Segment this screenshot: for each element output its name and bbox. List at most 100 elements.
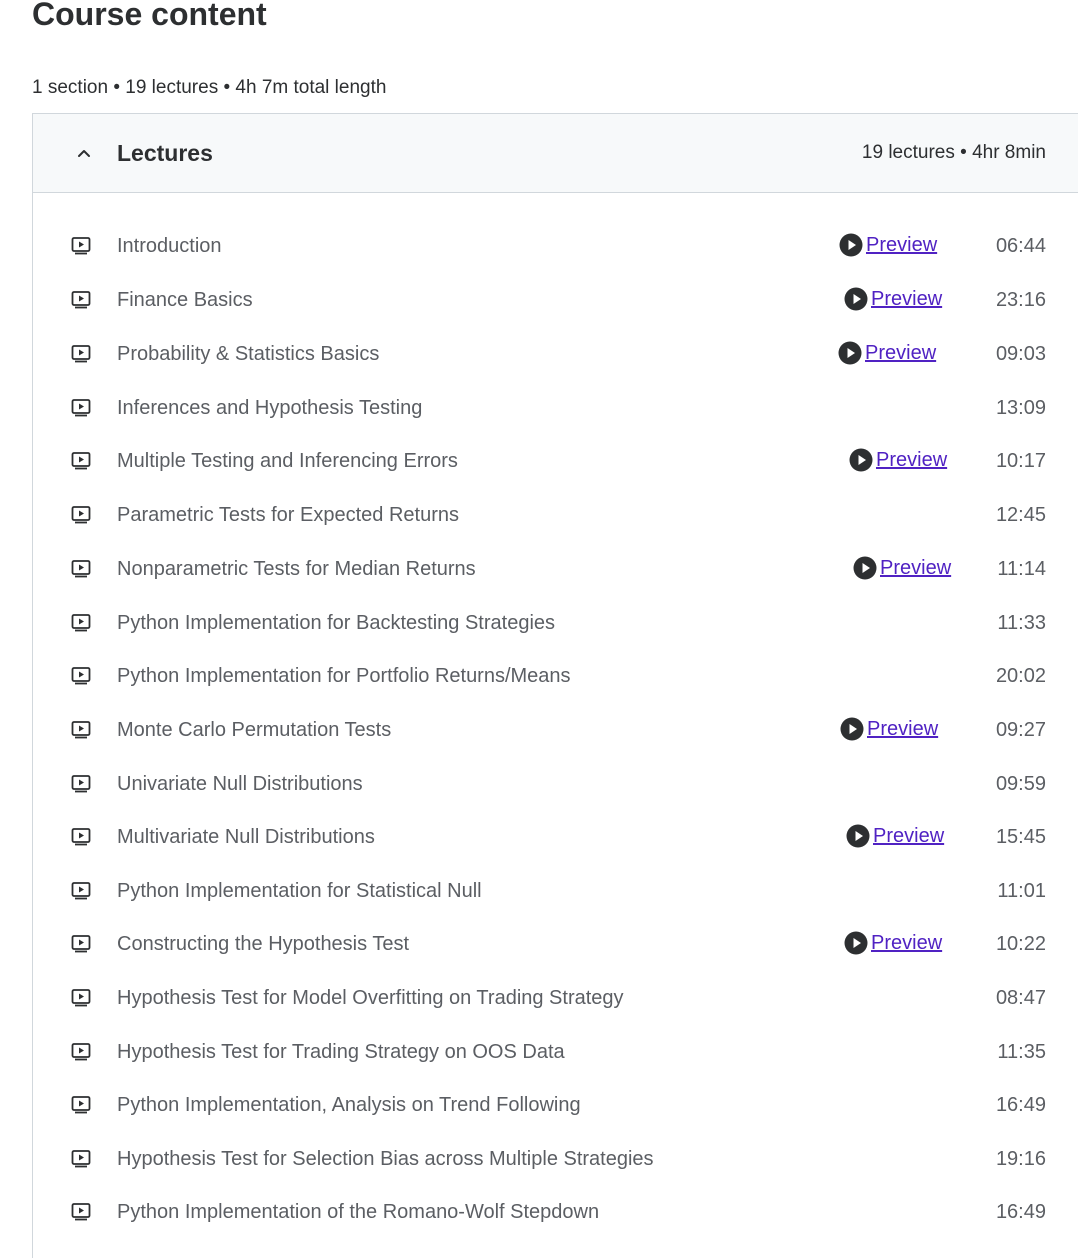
video-play-icon — [71, 1150, 91, 1168]
preview-label[interactable]: Preview — [865, 341, 936, 365]
lecture-title: Multiple Testing and Inferencing Errors — [117, 450, 458, 472]
lecture-duration: 09:59 — [995, 773, 1046, 795]
lecture-duration: 09:27 — [995, 719, 1046, 741]
lecture-title: Python Implementation of the Romano-Wolf… — [117, 1201, 600, 1223]
lecture-row[interactable]: Hypothesis Test for Model Overfitting on… — [33, 978, 1078, 1018]
lecture-title: Python Implementation for Backtesting St… — [117, 612, 556, 634]
lecture-title: Python Implementation, Analysis on Trend… — [117, 1094, 581, 1116]
video-play-icon — [71, 614, 91, 632]
lecture-title: Finance Basics — [117, 289, 253, 311]
video-play-icon — [71, 1043, 91, 1061]
lecture-title: Introduction — [117, 235, 222, 257]
preview-label[interactable]: Preview — [867, 717, 938, 741]
play-circle-icon[interactable] — [844, 287, 868, 311]
chevron-up-icon[interactable] — [75, 144, 93, 162]
lecture-row[interactable]: Multivariate Null Distributions Preview 15… — [33, 817, 1078, 857]
play-circle-icon[interactable] — [839, 233, 863, 257]
preview-label[interactable]: Preview — [876, 448, 947, 472]
lecture-row[interactable]: Inferences and Hypothesis Testing 13:09 — [33, 388, 1078, 428]
video-play-icon — [71, 560, 91, 578]
lecture-duration: 08:47 — [995, 987, 1046, 1009]
lecture-title: Python Implementation for Statistical Nu… — [117, 880, 482, 902]
lecture-row[interactable]: Hypothesis Test for Selection Bias acros… — [33, 1139, 1078, 1179]
lecture-row[interactable]: Constructing the Hypothesis Test Preview 1… — [33, 924, 1078, 964]
lecture-title: Python Implementation for Portfolio Retu… — [117, 665, 571, 687]
preview-label[interactable]: Preview — [873, 824, 944, 848]
section-title: Lectures — [117, 140, 213, 166]
course-content-page: Course content 1 section • 19 lectures •… — [0, 0, 1078, 1258]
course-summary: 1 section • 19 lectures • 4h 7m total le… — [32, 77, 387, 98]
video-play-icon — [71, 989, 91, 1007]
lecture-row[interactable]: Hypothesis Test for Trading Strategy on … — [33, 1032, 1078, 1072]
preview-link[interactable]: Preview — [844, 931, 942, 955]
lecture-title: Probability & Statistics Basics — [117, 343, 380, 365]
lecture-title: Monte Carlo Permutation Tests — [117, 719, 392, 741]
video-play-icon — [71, 1096, 91, 1114]
play-circle-icon[interactable] — [838, 341, 862, 365]
lecture-title: Hypothesis Test for Model Overfitting on… — [117, 987, 624, 1009]
preview-label[interactable]: Preview — [866, 233, 937, 257]
lecture-row[interactable]: Nonparametric Tests for Median Returns Pr… — [33, 549, 1078, 589]
lecture-duration: 10:17 — [995, 450, 1046, 472]
video-play-icon — [71, 291, 91, 309]
lecture-duration: 11:33 — [997, 612, 1046, 634]
lecture-row[interactable]: Python Implementation for Statistical Nu… — [33, 871, 1078, 911]
play-circle-icon[interactable] — [840, 717, 864, 741]
lecture-row[interactable]: Introduction Preview 06:44 — [33, 226, 1078, 266]
preview-label[interactable]: Preview — [871, 931, 942, 955]
video-play-icon — [71, 882, 91, 900]
lecture-duration: 12:45 — [995, 504, 1046, 526]
preview-link[interactable]: Preview — [839, 233, 937, 257]
play-circle-icon[interactable] — [846, 824, 870, 848]
lecture-duration: 20:02 — [995, 665, 1046, 687]
video-play-icon — [71, 399, 91, 417]
video-play-icon — [71, 345, 91, 363]
lecture-row[interactable]: Python Implementation of the Romano-Wolf… — [33, 1192, 1078, 1232]
preview-link[interactable]: Preview — [844, 287, 942, 311]
lecture-row[interactable]: Python Implementation, Analysis on Trend… — [33, 1085, 1078, 1125]
video-play-icon — [71, 1203, 91, 1221]
video-play-icon — [71, 506, 91, 524]
section-header-lectures[interactable]: Lectures 19 lectures • 4hr 8min — [33, 114, 1078, 193]
lecture-duration: 11:35 — [997, 1041, 1046, 1063]
lecture-row[interactable]: Monte Carlo Permutation Tests Preview 09:2… — [33, 710, 1078, 750]
preview-link[interactable]: Preview — [853, 556, 951, 580]
video-play-icon — [71, 667, 91, 685]
page-title: Course content — [32, 0, 267, 32]
lecture-title: Hypothesis Test for Selection Bias acros… — [117, 1148, 654, 1170]
lecture-title: Constructing the Hypothesis Test — [117, 933, 410, 955]
lecture-duration: 23:16 — [995, 289, 1046, 311]
lecture-row[interactable]: Multiple Testing and Inferencing Errors P… — [33, 441, 1078, 481]
video-play-icon — [71, 828, 91, 846]
lecture-row[interactable]: Parametric Tests for Expected Returns 12:… — [33, 495, 1078, 535]
play-circle-icon[interactable] — [849, 448, 873, 472]
lecture-title: Hypothesis Test for Trading Strategy on … — [117, 1041, 565, 1063]
lecture-title: Nonparametric Tests for Median Returns — [117, 558, 476, 580]
preview-label[interactable]: Preview — [871, 287, 942, 311]
play-circle-icon[interactable] — [844, 931, 868, 955]
lecture-title: Inferences and Hypothesis Testing — [117, 397, 423, 419]
video-play-icon — [71, 775, 91, 793]
lecture-title: Univariate Null Distributions — [117, 773, 363, 795]
video-play-icon — [71, 452, 91, 470]
preview-link[interactable]: Preview — [849, 448, 947, 472]
preview-label[interactable]: Preview — [880, 556, 951, 580]
play-circle-icon[interactable] — [853, 556, 877, 580]
lecture-duration: 06:44 — [995, 235, 1046, 257]
lecture-title: Multivariate Null Distributions — [117, 826, 375, 848]
lecture-row[interactable]: Python Implementation for Backtesting St… — [33, 603, 1078, 643]
video-play-icon — [71, 237, 91, 255]
lecture-row[interactable]: Finance Basics Preview 23:16 — [33, 280, 1078, 320]
preview-link[interactable]: Preview — [840, 717, 938, 741]
lecture-duration: 09:03 — [995, 343, 1046, 365]
lecture-row[interactable]: Python Implementation for Portfolio Retu… — [33, 656, 1078, 696]
preview-link[interactable]: Preview — [846, 824, 944, 848]
lecture-duration: 11:14 — [997, 558, 1046, 580]
preview-link[interactable]: Preview — [838, 341, 936, 365]
lecture-duration: 10:22 — [995, 933, 1046, 955]
curriculum-panel: Lectures 19 lectures • 4hr 8min Introduc… — [32, 113, 1078, 1258]
lecture-row[interactable]: Univariate Null Distributions 09:59 — [33, 764, 1078, 804]
lecture-duration: 15:45 — [995, 826, 1046, 848]
lecture-row[interactable]: Probability & Statistics Basics Preview 09… — [33, 334, 1078, 374]
lecture-duration: 13:09 — [995, 397, 1046, 419]
